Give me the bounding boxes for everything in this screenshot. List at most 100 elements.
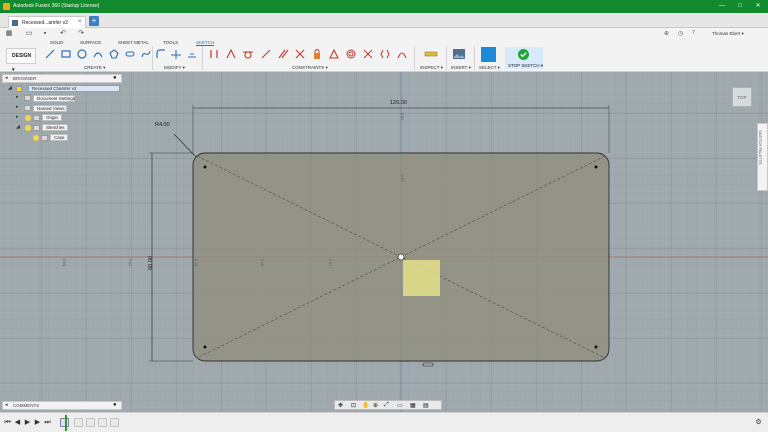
line-tool-icon[interactable] (44, 48, 56, 60)
sketch-point[interactable] (594, 165, 598, 169)
circle-tool-icon[interactable] (76, 48, 88, 60)
expand-icon[interactable]: ▸ (16, 115, 21, 120)
maximize-button[interactable]: □ (732, 1, 748, 12)
center-point[interactable] (397, 253, 405, 261)
select-tool-icon[interactable] (481, 47, 496, 62)
offset-tool-icon[interactable] (186, 48, 198, 60)
tangent-constraint-icon[interactable] (242, 48, 254, 60)
new-tab-button[interactable]: + (89, 16, 99, 26)
collinear-constraint-icon[interactable] (362, 48, 374, 60)
workspace-switcher[interactable]: DESIGN ▾ (6, 48, 36, 73)
timeline-settings-icon[interactable]: ⚙ (755, 419, 762, 426)
sketch-graphics[interactable] (0, 72, 768, 412)
radius-dimension-label[interactable]: R4.00 (155, 122, 170, 128)
expand-icon[interactable]: ▸ (16, 105, 21, 110)
modify-menu[interactable]: MODIFY ▾ (164, 65, 185, 71)
minimize-button[interactable]: — (714, 1, 730, 12)
sketch-point[interactable] (594, 345, 598, 349)
help-icon[interactable]: ? (692, 30, 695, 36)
go-to-start-icon[interactable]: ⏮ (4, 419, 11, 426)
close-tab-icon[interactable]: × (78, 19, 82, 25)
coincident-constraint-icon[interactable] (225, 48, 237, 60)
close-window-button[interactable]: ✕ (750, 1, 766, 12)
browser-pin-icon[interactable]: ● (113, 75, 117, 81)
browser-root-node[interactable]: Recessed Chamfer v2 (28, 85, 120, 92)
timeline-marker[interactable] (65, 415, 67, 431)
document-tab[interactable]: Recessed...amfer v2 × (8, 16, 86, 28)
symmetry-constraint-icon[interactable] (379, 48, 391, 60)
spline-tool-icon[interactable] (140, 48, 152, 60)
inspect-menu[interactable]: INSPECT ▾ (420, 65, 443, 71)
undo-icon[interactable]: ↶ (58, 30, 68, 38)
create-menu[interactable]: CREATE ▾ (84, 65, 105, 71)
constraints-menu[interactable]: CONSTRAINTS ▾ (292, 65, 328, 71)
save-icon[interactable]: ▪ (40, 30, 50, 38)
insert-menu[interactable]: INSERT ▾ (451, 65, 471, 71)
fix-constraint-icon[interactable] (311, 48, 323, 60)
browser-panel-header[interactable]: ◂ BROWSER ● (2, 74, 122, 83)
user-menu[interactable]: Thomas Ebert ▾ (712, 31, 744, 37)
expand-icon[interactable]: ◢ (16, 125, 21, 130)
browser-item-document-settings[interactable]: Document Settings (33, 95, 75, 102)
viewports-icon[interactable]: ▤ (423, 402, 429, 409)
expand-icon[interactable]: ▸ (16, 95, 21, 100)
fit-icon[interactable]: ⤢ (384, 402, 389, 409)
job-status-icon[interactable]: ⊕ (664, 30, 669, 37)
look-at-icon[interactable]: ⊡ (351, 402, 356, 409)
file-icon[interactable]: ▭ (24, 30, 34, 38)
timeline-feature[interactable] (110, 418, 119, 427)
sketch-point[interactable] (203, 345, 207, 349)
stop-sketch-button[interactable]: STOP SKETCH ▾ (505, 47, 543, 69)
step-forward-icon[interactable]: ▶ (34, 419, 41, 426)
tab-sketch[interactable]: SKETCH (196, 40, 215, 46)
play-icon[interactable]: ▶ (24, 419, 31, 426)
curvature-constraint-icon[interactable] (396, 48, 408, 60)
collapse-icon[interactable]: ◂ (5, 76, 10, 81)
browser-item-sketches[interactable]: Sketches (42, 124, 68, 131)
tab-surface[interactable]: SURFACE (80, 40, 101, 45)
parallel-constraint-icon[interactable] (277, 48, 289, 60)
trim-tool-icon[interactable] (170, 48, 182, 60)
rectangle-tool-icon[interactable] (60, 48, 72, 60)
arc-tool-icon[interactable] (92, 48, 104, 60)
collapse-icon[interactable]: ◂ (5, 403, 10, 408)
browser-item-origin[interactable]: Origin (42, 114, 62, 121)
sketch-canvas[interactable]: 120.00 60.00 R4.00 25.0 12.0 50.0 75.0 6… (0, 72, 768, 412)
visibility-bulb-icon[interactable] (33, 135, 39, 141)
browser-item-named-views[interactable]: Named Views (33, 105, 67, 112)
redo-icon[interactable]: ↷ (76, 30, 86, 38)
timeline-feature[interactable] (74, 418, 83, 427)
tab-tools[interactable]: TOOLS (163, 40, 178, 45)
equal-constraint-icon[interactable] (260, 48, 272, 60)
sketch-point[interactable] (203, 165, 207, 169)
fillet-tool-icon[interactable] (155, 48, 167, 60)
insert-image-icon[interactable] (452, 48, 466, 60)
visibility-bulb-icon[interactable] (25, 115, 31, 121)
step-back-icon[interactable]: ◀ (14, 419, 21, 426)
expand-icon[interactable]: ◢ (8, 86, 13, 91)
browser-item-case[interactable]: Case (50, 134, 68, 141)
orbit-icon[interactable]: ✥ (338, 402, 343, 409)
timeline-feature[interactable] (86, 418, 95, 427)
display-settings-icon[interactable]: ▭ (397, 402, 403, 409)
measure-tool-icon[interactable] (424, 48, 438, 60)
visibility-bulb-icon[interactable] (25, 125, 31, 131)
height-dimension-label[interactable]: 60.00 (148, 256, 154, 270)
tab-solid[interactable]: SOLID (50, 40, 64, 45)
go-to-end-icon[interactable]: ⏭ (44, 419, 51, 426)
slot-tool-icon[interactable] (124, 48, 136, 60)
perpendicular-constraint-icon[interactable] (294, 48, 306, 60)
concentric-constraint-icon[interactable] (345, 48, 357, 60)
polygon-tool-icon[interactable] (108, 48, 120, 60)
horizontal-constraint-icon[interactable] (208, 48, 220, 60)
component-visibility-icon[interactable] (16, 86, 22, 92)
notifications-icon[interactable]: ◷ (678, 30, 683, 37)
view-cube[interactable]: TOP (732, 87, 752, 107)
app-grid-icon[interactable]: ▦ (4, 30, 14, 38)
comments-add-icon[interactable]: ● (113, 402, 117, 408)
width-dimension-label[interactable]: 120.00 (390, 100, 407, 106)
comments-panel-header[interactable]: ◂ COMMENTS ● (2, 401, 122, 410)
midpoint-constraint-icon[interactable] (328, 48, 340, 60)
select-menu[interactable]: SELECT ▾ (479, 65, 500, 71)
tab-sheet-metal[interactable]: SHEET METAL (118, 40, 149, 45)
